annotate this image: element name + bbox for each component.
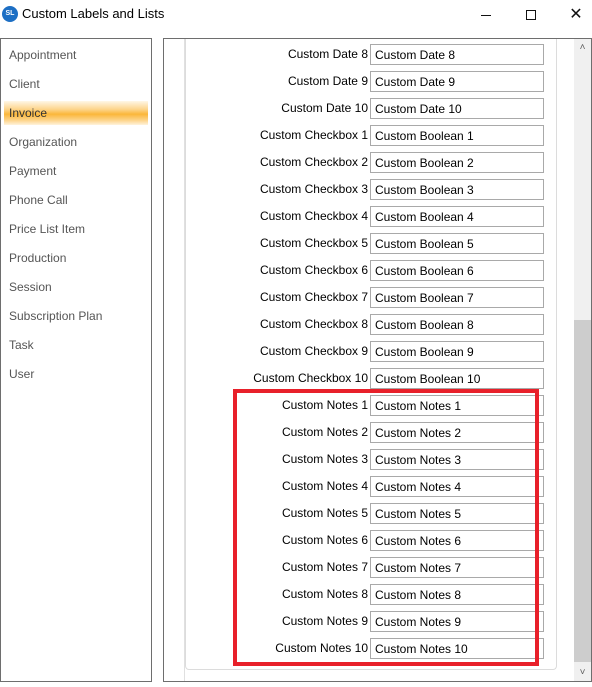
field-row: Custom Checkbox 6 <box>186 260 558 282</box>
field-input[interactable] <box>370 557 544 578</box>
close-button[interactable]: ✕ <box>553 0 592 30</box>
field-input[interactable] <box>370 152 544 173</box>
scroll-up-icon[interactable]: ˄ <box>574 39 591 56</box>
field-row: Custom Date 8 <box>186 44 558 66</box>
field-input[interactable] <box>370 638 544 659</box>
field-row: Custom Date 10 <box>186 98 558 120</box>
field-row: Custom Notes 1 <box>186 395 558 417</box>
app-logo-icon: SL <box>2 6 18 22</box>
field-input[interactable] <box>370 314 544 335</box>
sidebar-item-user[interactable]: User <box>4 362 148 386</box>
minimize-icon <box>481 14 491 16</box>
field-label: Custom Checkbox 2 <box>259 155 368 169</box>
window-title: Custom Labels and Lists <box>22 6 165 21</box>
field-row: Custom Checkbox 3 <box>186 179 558 201</box>
maximize-button[interactable] <box>508 0 554 30</box>
field-row: Custom Notes 8 <box>186 584 558 606</box>
entity-list: Appointment Client Invoice Organization Paym… <box>0 38 152 682</box>
field-input[interactable] <box>370 260 544 281</box>
field-input[interactable] <box>370 395 544 416</box>
field-input[interactable] <box>370 449 544 470</box>
field-row: Custom Checkbox 10 <box>186 368 558 390</box>
fields-panel: Custom Date 8 Custom Date 9 Custom Date 10… <box>163 38 592 682</box>
field-row: Custom Checkbox 7 <box>186 287 558 309</box>
vertical-scrollbar[interactable]: ˄ ˅ <box>574 39 591 681</box>
field-row: Custom Notes 3 <box>186 449 558 471</box>
field-row: Custom Notes 4 <box>186 476 558 498</box>
field-row: Custom Checkbox 9 <box>186 341 558 363</box>
field-input[interactable] <box>370 422 544 443</box>
field-label: Custom Checkbox 5 <box>259 236 368 250</box>
field-label: Custom Date 8 <box>287 47 368 61</box>
close-icon: ✕ <box>569 6 583 23</box>
field-label: Custom Notes 5 <box>281 506 368 520</box>
field-label: Custom Notes 3 <box>281 452 368 466</box>
field-label: Custom Notes 8 <box>281 587 368 601</box>
sidebar-item-organization[interactable]: Organization <box>4 130 148 154</box>
field-input[interactable] <box>370 503 544 524</box>
field-row: Custom Notes 6 <box>186 530 558 552</box>
sidebar-item-task[interactable]: Task <box>4 333 148 357</box>
field-row: Custom Checkbox 1 <box>186 125 558 147</box>
sidebar-item-session[interactable]: Session <box>4 275 148 299</box>
field-input[interactable] <box>370 206 544 227</box>
field-label: Custom Date 10 <box>281 101 368 115</box>
field-row: Custom Notes 2 <box>186 422 558 444</box>
field-input[interactable] <box>370 611 544 632</box>
field-label: Custom Checkbox 10 <box>253 371 368 385</box>
sidebar-item-phone-call[interactable]: Phone Call <box>4 188 148 212</box>
field-row: Custom Notes 9 <box>186 611 558 633</box>
scroll-down-icon[interactable]: ˅ <box>574 664 591 681</box>
field-label: Custom Checkbox 9 <box>259 344 368 358</box>
field-label: Custom Checkbox 8 <box>259 317 368 331</box>
field-row: Custom Notes 5 <box>186 503 558 525</box>
field-label: Custom Checkbox 6 <box>259 263 368 277</box>
maximize-icon <box>526 10 536 20</box>
field-label: Custom Notes 9 <box>281 614 368 628</box>
field-label: Custom Notes 1 <box>281 398 368 412</box>
field-row: Custom Date 9 <box>186 71 558 93</box>
sidebar-item-production[interactable]: Production <box>4 246 148 270</box>
field-row: Custom Notes 7 <box>186 557 558 579</box>
field-label: Custom Notes 4 <box>281 479 368 493</box>
sidebar-item-price-list-item[interactable]: Price List Item <box>4 217 148 241</box>
field-input[interactable] <box>370 44 544 65</box>
fields-group: Custom Date 8 Custom Date 9 Custom Date 10… <box>185 39 558 670</box>
field-label: Custom Date 9 <box>287 74 368 88</box>
sidebar-item-appointment[interactable]: Appointment <box>4 43 148 67</box>
field-row: Custom Notes 10 <box>186 638 558 660</box>
field-input[interactable] <box>370 125 544 146</box>
field-label: Custom Checkbox 4 <box>259 209 368 223</box>
field-row: Custom Checkbox 5 <box>186 233 558 255</box>
field-label: Custom Notes 10 <box>275 641 368 655</box>
field-label: Custom Notes 2 <box>281 425 368 439</box>
title-bar: SL Custom Labels and Lists ✕ <box>0 0 592 30</box>
field-input[interactable] <box>370 179 544 200</box>
field-input[interactable] <box>370 368 544 389</box>
field-input[interactable] <box>370 530 544 551</box>
sidebar-item-invoice[interactable]: Invoice <box>4 101 148 125</box>
field-input[interactable] <box>370 287 544 308</box>
sidebar-item-subscription-plan[interactable]: Subscription Plan <box>4 304 148 328</box>
field-label: Custom Checkbox 3 <box>259 182 368 196</box>
field-label: Custom Checkbox 1 <box>259 128 368 142</box>
field-label: Custom Checkbox 7 <box>259 290 368 304</box>
field-row: Custom Checkbox 2 <box>186 152 558 174</box>
field-input[interactable] <box>370 233 544 254</box>
field-label: Custom Notes 6 <box>281 533 368 547</box>
field-input[interactable] <box>370 341 544 362</box>
minimize-button[interactable] <box>463 0 509 30</box>
field-row: Custom Checkbox 8 <box>186 314 558 336</box>
field-input[interactable] <box>370 71 544 92</box>
field-label: Custom Notes 7 <box>281 560 368 574</box>
field-row: Custom Checkbox 4 <box>186 206 558 228</box>
field-input[interactable] <box>370 476 544 497</box>
sidebar-item-client[interactable]: Client <box>4 72 148 96</box>
sidebar-item-payment[interactable]: Payment <box>4 159 148 183</box>
field-input[interactable] <box>370 584 544 605</box>
scroll-thumb[interactable] <box>574 320 591 662</box>
field-input[interactable] <box>370 98 544 119</box>
